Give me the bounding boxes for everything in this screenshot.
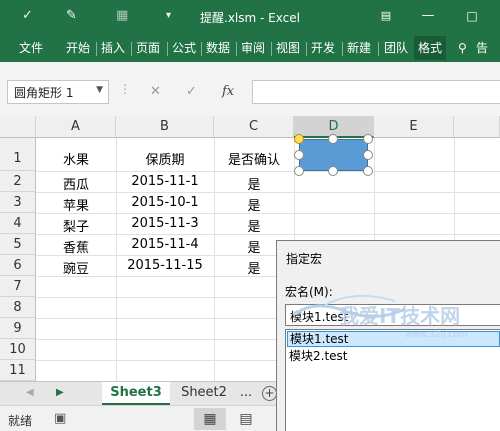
tab-file[interactable]: 文件 xyxy=(19,40,43,56)
name-box[interactable]: 圆角矩形 1 ▼ xyxy=(7,80,109,104)
maximize-icon[interactable]: □ xyxy=(462,6,482,26)
formula-bar-area: 圆角矩形 1 ▼ ⋮ ✕ ✓ fx xyxy=(0,62,500,116)
pen-icon[interactable]: ✎ xyxy=(66,8,77,24)
resize-handle[interactable] xyxy=(363,134,373,144)
table-cell[interactable]: 2015-11-1 xyxy=(116,174,214,189)
watermark-text: 我爱IT技术网 xyxy=(339,304,460,328)
tab-tell-me[interactable]: 告 xyxy=(476,40,500,56)
column-header-c[interactable]: C xyxy=(214,116,294,138)
chevron-down-icon[interactable]: ▼ xyxy=(96,85,103,95)
enter-icon[interactable]: ✓ xyxy=(186,84,197,100)
tab-review[interactable]: 审阅 xyxy=(241,40,265,56)
row-header[interactable]: 10 xyxy=(0,339,36,360)
table-cell[interactable]: 是 xyxy=(214,174,294,193)
resize-handle[interactable] xyxy=(363,166,373,176)
fx-icon[interactable]: fx xyxy=(222,84,234,100)
formula-input[interactable] xyxy=(252,80,500,104)
table-cell[interactable]: 2015-10-1 xyxy=(116,195,214,210)
resize-handle[interactable] xyxy=(294,134,304,144)
row-header[interactable]: 7 xyxy=(0,276,36,297)
tab-formulas[interactable]: 公式 xyxy=(172,40,196,56)
status-text: 就绪 xyxy=(8,414,33,428)
column-header-a[interactable]: A xyxy=(36,116,116,138)
more-sheets-icon[interactable]: ... xyxy=(236,382,256,405)
more-icon[interactable]: ⋮ xyxy=(119,82,131,96)
resize-handle[interactable] xyxy=(294,150,304,160)
resize-handle[interactable] xyxy=(328,134,338,144)
table-cell[interactable]: 2015-11-4 xyxy=(116,237,214,252)
resize-handle[interactable] xyxy=(328,166,338,176)
table-cell[interactable]: 香蕉 xyxy=(36,237,116,256)
tab-page-layout[interactable]: 页面 xyxy=(136,40,165,56)
resize-handle[interactable] xyxy=(294,166,304,176)
macro-list[interactable]: 模块1.test 模块2.test xyxy=(285,329,500,431)
watermark-url: www.52ij.com xyxy=(405,330,468,339)
tab-developer[interactable]: 开发 xyxy=(311,40,340,56)
tab-view[interactable]: 视图 xyxy=(276,40,300,56)
restore-icon[interactable]: ▤ xyxy=(376,6,396,26)
tab-insert[interactable]: 插入 xyxy=(101,40,125,56)
row-header[interactable]: 9 xyxy=(0,318,36,339)
row-header[interactable]: 1 xyxy=(0,138,36,171)
window-title: 提醒.xlsm - Excel xyxy=(200,11,300,25)
column-header-e[interactable]: E xyxy=(374,116,454,138)
minimize-icon[interactable]: — xyxy=(418,6,438,26)
tab-format[interactable]: 格式 xyxy=(414,36,447,60)
cancel-icon[interactable]: ✕ xyxy=(150,84,161,100)
title-bar: ✓ ✎ ▦ ▾ 提醒.xlsm - Excel ▤ — □ ✕ xyxy=(0,0,500,34)
table-cell[interactable]: 苹果 xyxy=(36,195,116,214)
name-box-value: 圆角矩形 1 xyxy=(14,86,74,100)
scroll-right-icon[interactable]: ▶ xyxy=(56,387,64,398)
table-cell[interactable]: 2015-11-3 xyxy=(116,216,214,231)
table-cell[interactable]: 梨子 xyxy=(36,216,116,235)
caret-icon[interactable]: ▾ xyxy=(166,8,171,24)
row-header[interactable]: 6 xyxy=(0,255,36,276)
tab-new[interactable]: 新建 xyxy=(347,40,375,56)
table-cell[interactable]: 是 xyxy=(214,216,294,235)
watermark-logo: 我爱IT技术网 www.52ij.com xyxy=(292,294,468,339)
cell-c1[interactable]: 是否确认 xyxy=(214,149,294,168)
sheet-tab-sheet3[interactable]: Sheet3 xyxy=(102,382,170,405)
row-header[interactable]: 2 xyxy=(0,171,36,192)
add-sheet-icon[interactable]: + xyxy=(262,386,277,401)
row-header[interactable]: 3 xyxy=(0,192,36,213)
list-item[interactable]: 模块2.test xyxy=(287,348,500,364)
save-icon[interactable]: ✓ xyxy=(22,8,33,24)
lightbulb-icon[interactable]: ⚲ xyxy=(458,40,467,56)
row-header[interactable]: 5 xyxy=(0,234,36,255)
table-icon[interactable]: ▦ xyxy=(116,8,128,24)
cell-b1[interactable]: 保质期 xyxy=(116,149,214,168)
column-header-f[interactable] xyxy=(454,116,500,138)
table-cell[interactable]: 是 xyxy=(214,195,294,214)
sheet-tab-sheet2[interactable]: Sheet2 xyxy=(172,382,236,405)
assign-macro-dialog: 指定宏 宏名(M): 模块1.test 模块1.test 模块2.test 我爱… xyxy=(276,240,500,431)
tab-team[interactable]: 团队 xyxy=(384,40,408,56)
macro-record-icon[interactable]: ▣ xyxy=(54,412,66,426)
ribbon-tabs: 文件 开始 插入 页面 公式 数据 审阅 视图 开发 新建 团队 格式 ⚲ 告 xyxy=(0,34,500,62)
scroll-left-icon[interactable]: ◀ xyxy=(26,387,34,398)
row-header[interactable]: 8 xyxy=(0,297,36,318)
row-header[interactable]: 11 xyxy=(0,360,36,381)
tab-home[interactable]: 开始 xyxy=(66,40,90,56)
table-cell[interactable]: 2015-11-15 xyxy=(116,258,214,273)
row-header[interactable]: 4 xyxy=(0,213,36,234)
table-cell[interactable]: 西瓜 xyxy=(36,174,116,193)
select-all-corner[interactable] xyxy=(0,116,36,138)
normal-view-icon[interactable]: ▦ xyxy=(194,408,226,430)
table-cell[interactable]: 豌豆 xyxy=(36,258,116,277)
resize-handle[interactable] xyxy=(363,150,373,160)
tab-data[interactable]: 数据 xyxy=(206,40,230,56)
cell-a1[interactable]: 水果 xyxy=(36,149,116,168)
column-header-b[interactable]: B xyxy=(116,116,214,138)
page-layout-view-icon[interactable]: ▤ xyxy=(230,408,262,430)
